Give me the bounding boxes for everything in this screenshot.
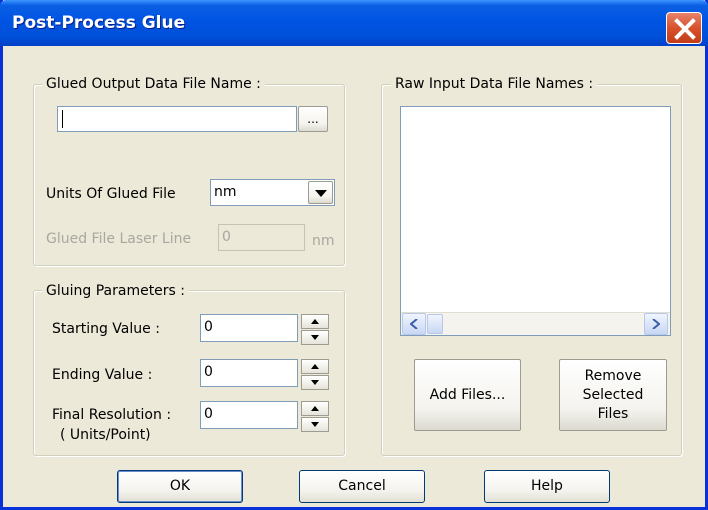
gluing-parameters-legend: Gluing Parameters : (42, 283, 190, 300)
browse-button[interactable]: ... (298, 106, 328, 132)
ending-value-label: Ending Value : (52, 367, 153, 383)
ok-button[interactable]: OK (117, 470, 243, 503)
remove-label-line2: Selected (582, 386, 644, 403)
close-button[interactable] (666, 12, 702, 44)
starting-value-spin-up[interactable] (301, 314, 329, 329)
ending-value-input[interactable]: 0 (200, 359, 298, 387)
final-resolution-spin-down[interactable] (301, 417, 329, 432)
final-resolution-units-label: ( Units/Point) (60, 427, 151, 443)
final-resolution-spin-up[interactable] (301, 401, 329, 416)
close-icon (674, 18, 696, 40)
add-files-button[interactable]: Add Files... (414, 359, 521, 431)
chevron-down-icon (314, 189, 327, 197)
spin-up-icon (311, 406, 319, 411)
raw-input-legend: Raw Input Data File Names : (391, 76, 598, 93)
arrow-right-icon (652, 319, 660, 329)
horizontal-scrollbar[interactable] (401, 312, 670, 335)
arrow-left-icon (410, 319, 418, 329)
final-resolution-label: Final Resolution : (52, 407, 172, 423)
units-selected-value: nm (214, 184, 237, 200)
help-button[interactable]: Help (484, 470, 610, 503)
laser-line-label: Glued File Laser Line (46, 231, 192, 247)
spin-up-icon (311, 364, 319, 369)
ending-value-spin-down[interactable] (301, 375, 329, 390)
units-label: Units Of Glued File (46, 186, 176, 202)
window-title: Post-Process Glue (12, 13, 186, 33)
scroll-left-button[interactable] (402, 313, 426, 335)
spin-down-icon (311, 422, 319, 427)
remove-label-line1: Remove (584, 367, 642, 384)
spin-down-icon (311, 335, 319, 340)
laser-line-unit: nm (312, 233, 335, 249)
spin-down-icon (311, 380, 319, 385)
output-filename-input[interactable] (57, 106, 297, 132)
remove-selected-files-button[interactable]: Remove Selected Files (559, 359, 667, 431)
laser-line-input[interactable]: 0 (218, 224, 305, 251)
spin-up-icon (311, 319, 319, 324)
text-caret (62, 110, 63, 128)
scroll-thumb[interactable] (427, 314, 443, 334)
starting-value-label: Starting Value : (52, 321, 160, 337)
raw-input-file-list[interactable] (400, 106, 671, 336)
ending-value-spin-up[interactable] (301, 359, 329, 374)
units-dropdown-button[interactable] (308, 181, 333, 204)
output-file-legend: Glued Output Data File Name : (42, 76, 265, 93)
final-resolution-input[interactable]: 0 (200, 401, 298, 429)
scroll-right-button[interactable] (644, 313, 668, 335)
starting-value-spin-down[interactable] (301, 330, 329, 345)
cancel-button[interactable]: Cancel (299, 470, 425, 503)
starting-value-input[interactable]: 0 (200, 314, 298, 342)
remove-label-line3: Files (597, 405, 629, 422)
